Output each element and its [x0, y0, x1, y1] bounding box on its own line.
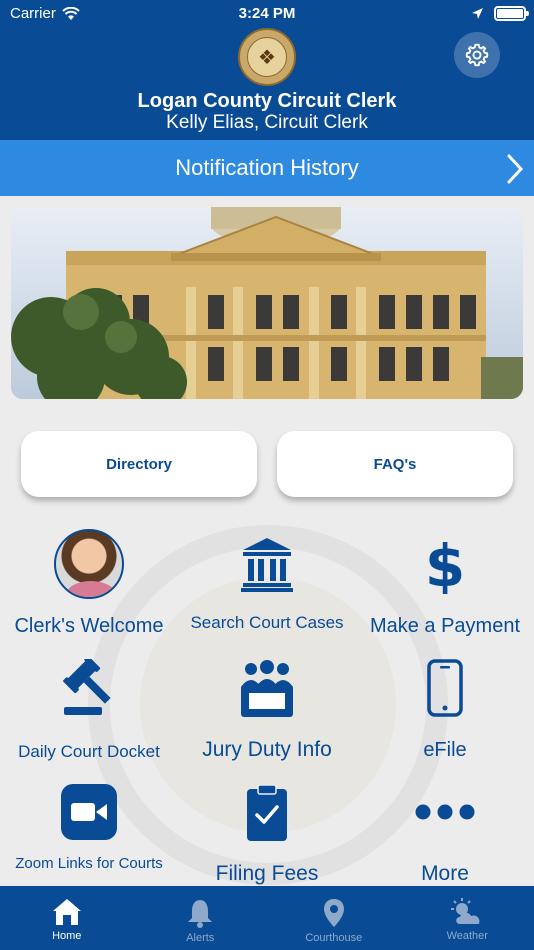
app-subtitle: Kelly Elias, Circuit Clerk [166, 112, 368, 133]
status-time: 3:24 PM [238, 5, 296, 22]
gavel-icon-wrap [0, 652, 178, 724]
bell-icon [188, 900, 213, 928]
gavel-icon [63, 659, 111, 715]
search-court-cases-label: Search Court Cases [190, 613, 344, 632]
app-header: Carrier 3:24 PM ❖ Logan County Circuit C… [0, 0, 534, 140]
more-item[interactable]: More [356, 776, 534, 886]
video-camera-icon [61, 784, 117, 840]
clerk-photo-wrap [0, 528, 178, 600]
filing-fees-label: Filing Fees [215, 862, 319, 885]
tab-alerts[interactable]: Alerts [134, 886, 268, 950]
dollar-icon: $ [427, 534, 463, 594]
zoom-links-item[interactable]: Zoom Links for Courts [0, 776, 178, 886]
courthouse-icon [241, 538, 293, 592]
jury-icon-wrap [178, 652, 356, 724]
zoom-links-label: Zoom Links for Courts [15, 855, 163, 872]
location-pin-icon [323, 899, 344, 927]
phone-icon-wrap [356, 652, 534, 724]
make-a-payment-item[interactable]: $ Make a Payment [356, 528, 534, 638]
weather-icon [451, 898, 480, 924]
faqs-label: FAQ's [373, 455, 417, 473]
courthouse-illustration [11, 207, 523, 399]
directory-button[interactable]: Directory [21, 431, 257, 497]
county-seal-logo: ❖ [238, 28, 296, 86]
search-court-cases-item[interactable]: Search Court Cases [178, 528, 356, 638]
tab-courthouse-label: Courthouse [305, 932, 363, 944]
filing-fees-item[interactable]: Filing Fees [178, 776, 356, 886]
tab-weather-label: Weather [446, 930, 488, 942]
clerks-welcome-item[interactable]: Clerk's Welcome [0, 528, 178, 638]
battery-icon [494, 6, 529, 21]
gear-icon [465, 43, 489, 67]
make-a-payment-label: Make a Payment [369, 615, 521, 637]
efile-label: eFile [423, 739, 467, 761]
settings-button[interactable] [454, 32, 500, 78]
app-title: Logan County Circuit Clerk [137, 90, 397, 112]
tab-alerts-label: Alerts [186, 932, 215, 944]
svg-text:$: $ [427, 534, 463, 594]
clerks-welcome-label: Clerk's Welcome [14, 615, 164, 637]
tab-bar: Home Alerts Courthouse Weather [0, 886, 534, 950]
more-dots-icon [415, 804, 475, 820]
efile-item[interactable]: eFile [356, 652, 534, 762]
daily-court-docket-label: Daily Court Docket [18, 742, 160, 761]
more-label: More [421, 862, 469, 885]
status-bar: Carrier 3:24 PM [0, 0, 534, 30]
jury-icon [241, 660, 293, 717]
tab-home-label: Home [52, 930, 82, 942]
courthouse-photo [11, 207, 523, 399]
notification-history-label: Notification History [175, 155, 359, 180]
jury-duty-info-item[interactable]: Jury Duty Info [178, 652, 356, 762]
video-camera-icon-wrap [0, 776, 178, 848]
clipboard-check-icon-wrap [178, 776, 356, 848]
notification-history-bar[interactable]: Notification History [0, 140, 534, 196]
status-right [471, 6, 529, 21]
home-icon [52, 899, 81, 925]
phone-icon [427, 659, 463, 717]
tab-home[interactable]: Home [0, 886, 134, 950]
directory-label: Directory [106, 455, 172, 473]
location-arrow-icon [472, 8, 483, 19]
jury-duty-info-label: Jury Duty Info [202, 738, 332, 761]
tab-weather[interactable]: Weather [401, 886, 534, 950]
more-dots-icon-wrap [356, 776, 534, 848]
chevron-right-icon [507, 154, 524, 184]
courthouse-icon-wrap [178, 528, 356, 600]
eagle-icon: ❖ [247, 37, 287, 77]
dollar-icon-wrap: $ [356, 528, 534, 600]
clipboard-check-icon [247, 784, 287, 841]
daily-court-docket-item[interactable]: Daily Court Docket [0, 652, 178, 762]
faqs-button[interactable]: FAQ's [277, 431, 513, 497]
tab-courthouse[interactable]: Courthouse [267, 886, 401, 950]
clerk-photo [54, 529, 124, 599]
